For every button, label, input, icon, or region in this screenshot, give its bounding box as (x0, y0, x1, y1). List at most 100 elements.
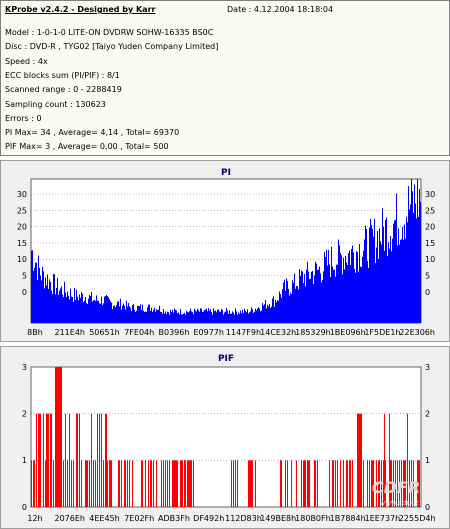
pi-bar (273, 296, 274, 323)
pi-bar (43, 271, 44, 323)
pi-bar (246, 312, 247, 323)
pi-bar (134, 309, 135, 323)
pif-bar (349, 460, 350, 507)
pi-bar (374, 218, 375, 323)
pif-bar (235, 460, 236, 507)
pi-bar (222, 309, 223, 323)
pif-bar (79, 413, 80, 507)
pi-bar (353, 252, 354, 323)
pi-bar (316, 263, 317, 323)
pi-bar (350, 265, 351, 323)
pi-bar (170, 309, 171, 323)
pif-bar (285, 460, 286, 507)
pi-bar (150, 310, 151, 323)
pi-bar (241, 313, 242, 323)
pi-bar (377, 230, 378, 323)
pi-bar (324, 252, 325, 323)
pi-bar (420, 201, 421, 323)
pi-bar (401, 239, 402, 323)
pi-bar (280, 294, 281, 323)
pi-bar (111, 302, 112, 323)
pif-bar (57, 367, 58, 507)
watermark-logo: CDFR (372, 478, 420, 497)
pi-bar (215, 310, 216, 323)
pi-bar (104, 296, 105, 323)
pi-bar (136, 310, 137, 323)
pif-bar (250, 460, 251, 507)
pif-bar (252, 460, 253, 507)
pi-bar (307, 261, 308, 323)
pi-bar (258, 307, 259, 323)
pi-bar (368, 268, 369, 323)
pi-bar (275, 299, 276, 323)
pi-bar (370, 218, 371, 323)
pi-bar (286, 278, 287, 323)
pi-bar (257, 308, 258, 323)
pi-bar (52, 294, 53, 323)
pi-bar (271, 306, 272, 323)
pi-ytick-label-right: 10 (425, 255, 435, 264)
pif-bar (182, 460, 183, 507)
pif-bar (281, 460, 282, 507)
pi-bar (340, 252, 341, 323)
pi-bar (268, 306, 269, 323)
pi-bar (135, 312, 136, 323)
pif-bar (59, 367, 60, 507)
pi-bar (244, 308, 245, 323)
pif-bar (45, 460, 46, 507)
pif-bar (303, 460, 304, 507)
pi-bar (38, 255, 39, 323)
pi-bar (145, 311, 146, 323)
pi-bar (314, 275, 315, 323)
pif-xtick-label: 112D83h (225, 514, 262, 523)
pi-bar (221, 308, 222, 323)
pi-bar (312, 271, 313, 323)
pif-bar (106, 413, 107, 507)
pi-bar (138, 305, 139, 323)
pi-bar (53, 273, 54, 323)
pi-bar (330, 276, 331, 323)
pi-bar (142, 304, 143, 323)
pi-bar (392, 238, 393, 323)
pi-bar (194, 308, 195, 323)
pif-bar (33, 460, 34, 507)
pif-xtick-label: 2076Eh (55, 514, 85, 523)
pi-bar (190, 308, 191, 323)
pi-bar (41, 280, 42, 323)
pif-bar (233, 460, 234, 507)
pi-bar (294, 273, 295, 323)
pif-bar (167, 460, 168, 507)
pi-bar (283, 282, 284, 323)
pi-bar (45, 277, 46, 323)
pi-bar (112, 309, 113, 323)
pi-bar (224, 312, 225, 323)
pi-bar (90, 296, 91, 323)
pif-bar (101, 413, 102, 507)
pif-bar (55, 367, 56, 507)
pi-bar (339, 245, 340, 323)
pi-bar (233, 312, 234, 323)
pi-bar (240, 310, 241, 323)
pif-bar (50, 413, 51, 507)
pi-bar (387, 256, 388, 323)
pif-bar (315, 460, 316, 507)
pif-bar (184, 460, 185, 507)
pif-bar (47, 413, 48, 507)
pif-bar (111, 460, 112, 507)
pi-bar (417, 179, 418, 323)
pi-bar (77, 296, 78, 323)
pif-ytick-label-left: 1 (22, 456, 27, 465)
pif-bar (103, 460, 104, 507)
pif-bar (291, 460, 292, 507)
pif-bar (367, 460, 368, 507)
pi-bar (175, 310, 176, 323)
pi-bar (264, 304, 265, 323)
pi-bar (113, 305, 114, 323)
pi-bar (411, 179, 412, 323)
pif-bar (165, 460, 166, 507)
pi-ytick-label-right: 0 (425, 288, 430, 297)
pi-bar (255, 308, 256, 323)
pi-chart-title: PI (221, 168, 231, 178)
pif-bar (317, 460, 318, 507)
pi-bar (245, 310, 246, 323)
